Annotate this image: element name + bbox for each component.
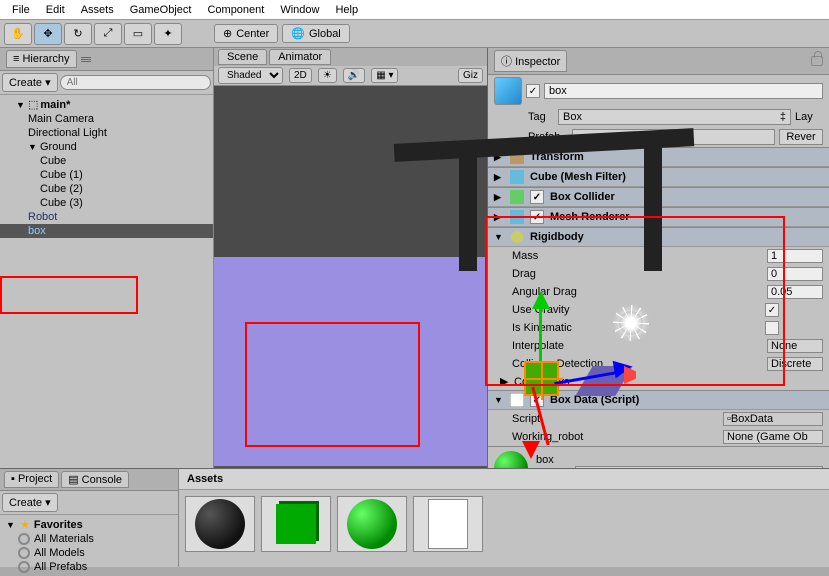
active-checkbox[interactable]: ✓ <box>526 84 540 98</box>
pivot-toggle[interactable]: ⊕Center <box>214 24 278 43</box>
asset-thumbnail[interactable] <box>413 496 483 552</box>
script-field[interactable]: ▫BoxData <box>723 412 823 426</box>
search-icon <box>18 547 30 559</box>
project-panel: ▪ Project ▤ Console Create ▾ ▼★Favorites… <box>0 468 829 567</box>
hand-tool[interactable]: ✋ <box>4 23 32 45</box>
hierarchy-item-ground[interactable]: ▼Ground <box>0 140 213 154</box>
move-tool[interactable]: ✥ <box>34 23 62 45</box>
hierarchy-item-box[interactable]: box <box>0 224 213 238</box>
rect-tool[interactable]: ▭ <box>124 23 152 45</box>
prefab-revert-button[interactable]: Rever <box>779 129 823 145</box>
annotation-highlight <box>485 216 785 386</box>
hierarchy-item-directional-light[interactable]: Directional Light <box>0 126 213 140</box>
mesh-icon <box>510 170 524 184</box>
gizmos-dropdown[interactable]: Giz <box>458 68 483 83</box>
animator-tab[interactable]: Animator <box>269 49 331 65</box>
audio-toggle[interactable]: 🔊 <box>343 68 365 83</box>
assets-breadcrumb[interactable]: Assets <box>179 469 829 490</box>
menu-help[interactable]: Help <box>327 4 366 16</box>
menubar: File Edit Assets GameObject Component Wi… <box>0 0 829 20</box>
favorites-root[interactable]: ▼★Favorites <box>0 517 178 532</box>
hierarchy-item-main-camera[interactable]: Main Camera <box>0 112 213 126</box>
menu-edit[interactable]: Edit <box>38 4 73 16</box>
script-icon <box>510 393 524 407</box>
project-create-button[interactable]: Create ▾ <box>2 493 58 512</box>
layer-label: Lay <box>795 111 823 123</box>
transform-tool[interactable]: ✦ <box>154 23 182 45</box>
rotate-tool[interactable]: ↻ <box>64 23 92 45</box>
scale-tool[interactable]: ⤢ <box>94 23 122 45</box>
scene-tab[interactable]: Scene <box>218 49 267 65</box>
material-name: box <box>536 454 823 466</box>
tag-dropdown[interactable]: Box‡ <box>558 109 791 125</box>
project-tab[interactable]: ▪ Project <box>4 471 59 488</box>
annotation-highlight <box>245 322 420 447</box>
annotation-highlight <box>0 276 138 314</box>
material-thumb-icon <box>347 499 397 549</box>
file-thumb-icon <box>428 499 468 549</box>
console-tab[interactable]: ▤ Console <box>61 471 129 488</box>
collider-enabled-checkbox[interactable]: ✓ <box>530 190 544 204</box>
search-icon <box>18 533 30 545</box>
asset-thumbnail[interactable] <box>337 496 407 552</box>
asset-thumbnail[interactable] <box>185 496 255 552</box>
collider-icon <box>510 190 524 204</box>
hierarchy-search-input[interactable] <box>60 75 211 90</box>
hierarchy-create-button[interactable]: Create ▾ <box>2 73 58 92</box>
menu-assets[interactable]: Assets <box>73 4 122 16</box>
menu-gameobject[interactable]: GameObject <box>122 4 200 16</box>
scene-root[interactable]: ▼⬚ main* <box>0 97 213 112</box>
menu-component[interactable]: Component <box>199 4 272 16</box>
lighting-toggle[interactable]: ☀ <box>318 68 337 83</box>
main-toolbar: ✋ ✥ ↻ ⤢ ▭ ✦ ⊕Center 🌐Global <box>0 20 829 48</box>
shader-dropdown[interactable]: Standard <box>575 466 823 468</box>
scene-toolbar: Shaded 2D ☀ 🔊 ▦ ▾ Giz <box>214 66 487 86</box>
material-thumb-icon <box>195 499 245 549</box>
hierarchy-item-cube1[interactable]: Cube (1) <box>0 168 213 182</box>
scene-geometry <box>459 141 477 271</box>
menu-file[interactable]: File <box>4 4 38 16</box>
search-icon <box>18 561 30 573</box>
hierarchy-panel: ≡ Hierarchy Create ▾ ▼⬚ main* Main Camer… <box>0 48 214 468</box>
hierarchy-item-robot[interactable]: Robot <box>0 210 213 224</box>
fx-toggle[interactable]: ▦ ▾ <box>371 68 398 83</box>
lock-icon[interactable] <box>811 56 823 66</box>
panel-menu-icon[interactable] <box>81 57 91 62</box>
mode-2d-toggle[interactable]: 2D <box>289 68 312 83</box>
space-toggle[interactable]: 🌐Global <box>282 24 350 43</box>
hierarchy-item-cube[interactable]: Cube <box>0 154 213 168</box>
menu-window[interactable]: Window <box>272 4 327 16</box>
asset-thumbnail[interactable] <box>261 496 331 552</box>
z-axis-cone-icon[interactable] <box>522 441 540 459</box>
favorites-all-models[interactable]: All Models <box>0 546 178 560</box>
shading-mode-dropdown[interactable]: Shaded <box>218 67 283 84</box>
hierarchy-item-cube3[interactable]: Cube (3) <box>0 196 213 210</box>
favorites-all-materials[interactable]: All Materials <box>0 532 178 546</box>
gameobject-icon[interactable] <box>494 77 522 105</box>
favorites-all-prefabs[interactable]: All Prefabs <box>0 560 178 574</box>
prefab-thumb-icon <box>276 504 316 544</box>
hierarchy-tab[interactable]: ≡ Hierarchy <box>6 50 77 68</box>
inspector-tab[interactable]: ⓘ Inspector <box>494 50 567 72</box>
hierarchy-item-cube2[interactable]: Cube (2) <box>0 182 213 196</box>
object-name-field[interactable] <box>544 83 823 99</box>
asset-grid <box>179 490 829 558</box>
tag-label: Tag <box>528 111 554 123</box>
working-robot-field[interactable]: None (Game Ob <box>723 430 823 444</box>
